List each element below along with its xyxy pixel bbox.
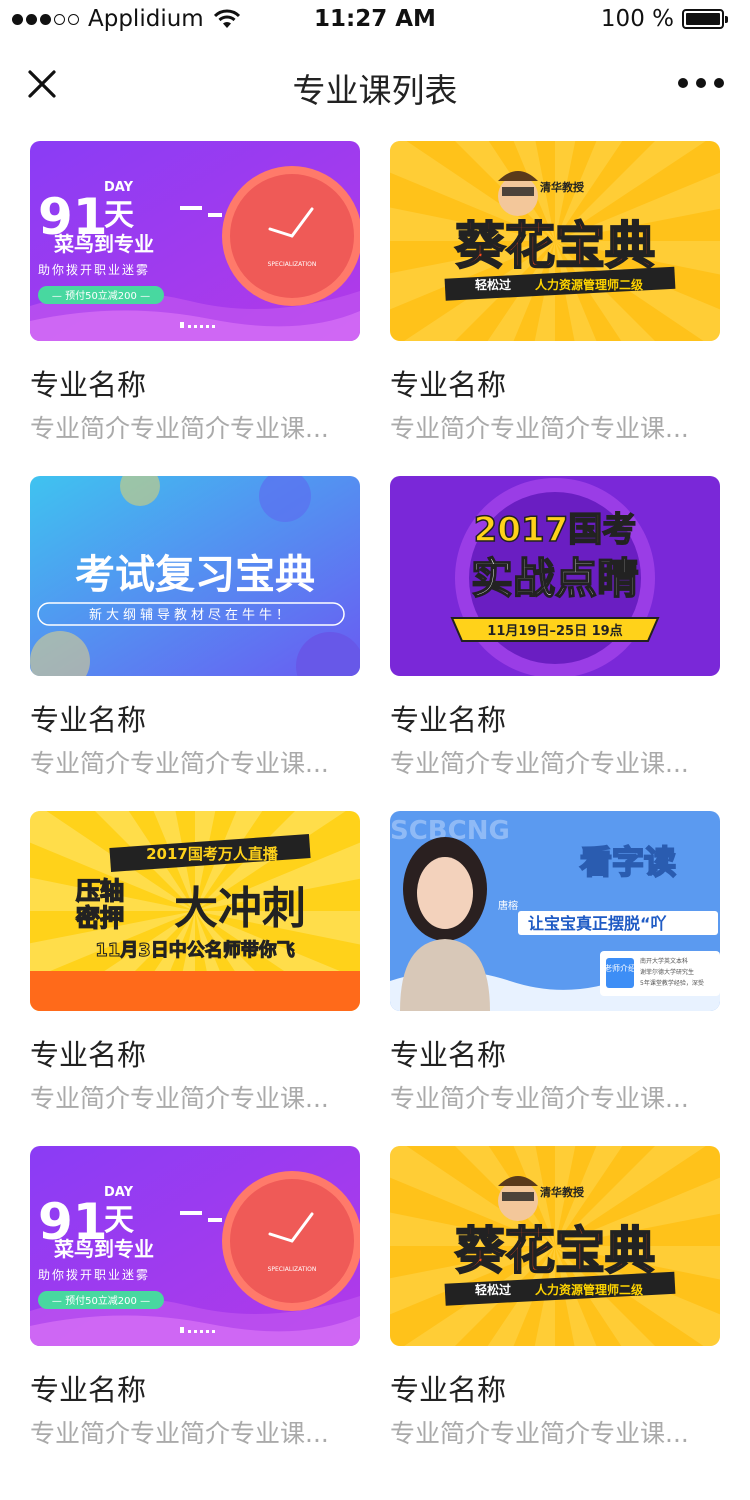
banner-bottom: 11月3日中公名师带你飞 <box>95 939 295 961</box>
course-name: 专业名称 <box>30 703 147 737</box>
banner-sub: 让宝宝真正摆脱“吖 <box>528 914 667 933</box>
banner-line2: 助你拨开职业迷雾 <box>38 263 150 277</box>
banner-line2: 实战点睛 <box>471 554 639 603</box>
course-grid: SPECIALIZATION 91 DAY 天菜鸟到专业 助你拨开职业迷雾 — 预付50立… <box>30 141 720 1481</box>
course-card[interactable]: SPECIALIZATION 91 DAY 天菜鸟到专业 助你拨开职业迷雾 — 预付50立… <box>30 141 360 476</box>
banner-main: 看字读 <box>580 843 676 881</box>
banner-badge: 老师介绍 <box>604 963 636 973</box>
clock-label: SPECIALIZATION <box>268 261 317 268</box>
banner-art: SPECIALIZATION91DAY天菜鸟到专业助你拨开职业迷雾— 预付50立… <box>30 141 360 341</box>
banner-line1: 2017国考 <box>474 510 637 550</box>
course-desc: 专业简介专业简介专业课... <box>390 414 689 443</box>
banner-tian: 天 <box>104 1203 134 1238</box>
course-banner[interactable]: 清华教授葵花宝典轻松过 人力资源管理师二级 <box>390 1146 720 1346</box>
course-name: 专业名称 <box>30 1038 147 1072</box>
banner-art: 考试复习宝典新大纲辅导教材尽在牛牛！ <box>30 476 360 676</box>
banner-art: 清华教授葵花宝典轻松过 人力资源管理师二级 <box>390 141 720 341</box>
banner-day: DAY <box>104 180 134 195</box>
banner-top: 清华教授 <box>540 1185 585 1199</box>
status-bar: Applidium 11:27 AM 100 % <box>0 0 750 42</box>
banner-main: 葵花宝典 <box>455 1222 655 1280</box>
course-card[interactable]: 2017国考万人直播压轴 密押 大冲刺 11月3日中公名师带你飞专业名称专业简介专业简… <box>30 811 360 1146</box>
banner-left1: 压轴 <box>76 877 124 905</box>
banner-art: SPECIALIZATION91DAY天菜鸟到专业助你拨开职业迷雾— 预付50立… <box>30 1146 360 1346</box>
course-banner[interactable]: SPECIALIZATION 91 DAY 天菜鸟到专业 助你拨开职业迷雾 — 预付50立… <box>30 1146 360 1346</box>
course-desc: 专业简介专业简介专业课... <box>30 414 329 443</box>
course-desc: 专业简介专业简介专业课... <box>390 1084 689 1113</box>
course-card[interactable]: SPECIALIZATION 91 DAY 天菜鸟到专业 助你拨开职业迷雾 — 预付50立… <box>30 1146 360 1481</box>
course-desc: 专业简介专业简介专业课... <box>30 749 329 778</box>
banner-line2: 助你拨开职业迷雾 <box>38 1268 150 1282</box>
course-card[interactable]: SCBCNG 唐榕 看字读 让宝宝真正摆脱“吖 老师介绍 南开大学英文本科 谢菲尔德大学研究… <box>390 811 720 1146</box>
banner-art: 2017国考万人直播压轴密押 大冲刺 11月3日中公名师带你飞 <box>30 811 360 1011</box>
banner-top: 2017国考万人直播 <box>146 845 279 863</box>
banner-sub: 新大纲辅导教材尽在牛牛！ <box>89 607 293 623</box>
course-name: 专业名称 <box>390 703 507 737</box>
course-banner[interactable]: SCBCNG 唐榕 看字读 让宝宝真正摆脱“吖 老师介绍 南开大学英文本科 谢菲尔德大学研究… <box>390 811 720 1011</box>
course-card[interactable]: 考试复习宝典新大纲辅导教材尽在牛牛！ 专业名称专业简介专业简介专业课... <box>30 476 360 811</box>
banner-line1: 菜鸟到专业 <box>53 1237 154 1261</box>
clock-label: SPECIALIZATION <box>268 1266 317 1273</box>
banner-art: 清华教授葵花宝典轻松过 人力资源管理师二级 <box>390 1146 720 1346</box>
banner-art: SCBCNG唐榕看字读让宝宝真正摆脱“吖老师介绍南开大学英文本科谢菲尔德大学研究… <box>390 811 720 1011</box>
course-desc: 专业简介专业简介专业课... <box>390 1419 689 1448</box>
banner-main: 葵花宝典 <box>455 217 655 275</box>
banner-art: 2017国考实战点睛 11月19日–25日 19点 <box>390 476 720 676</box>
course-desc: 专业简介专业简介专业课... <box>30 1084 329 1113</box>
status-right: 100 % <box>600 6 728 32</box>
banner-sub2: 人力资源管理师二级 <box>535 277 643 292</box>
page-title: 专业课列表 <box>292 71 458 110</box>
banner-pill: — 预付50立减200 — <box>52 1294 150 1307</box>
course-desc: 专业简介专业简介专业课... <box>390 749 689 778</box>
course-banner[interactable]: 清华教授葵花宝典轻松过 人力资源管理师二级 <box>390 141 720 341</box>
banner-info3: 5年课堂教学经验，深受 <box>640 979 704 987</box>
course-banner[interactable]: 2017国考万人直播压轴 密押 大冲刺 11月3日中公名师带你飞 <box>30 811 360 1011</box>
banner-pill: — 预付50立减200 — <box>52 289 150 302</box>
banner-big: 大冲刺 <box>174 883 306 934</box>
course-name: 专业名称 <box>30 368 147 402</box>
battery-percent: 100 % <box>600 6 674 32</box>
banner-sub1: 轻松过 <box>475 1282 511 1297</box>
banner-top: 清华教授 <box>540 180 585 194</box>
banner-day: DAY <box>104 1185 134 1200</box>
banner-tian: 天 <box>104 198 134 233</box>
course-name: 专业名称 <box>390 368 507 402</box>
course-name: 专业名称 <box>390 1373 507 1407</box>
course-banner[interactable]: 2017国考 实战点睛 11月19日–25日 19点 <box>390 476 720 676</box>
battery-level <box>686 13 720 25</box>
battery-icon <box>682 9 728 29</box>
course-banner[interactable]: 考试复习宝典新大纲辅导教材尽在牛牛！ <box>30 476 360 676</box>
more-icon[interactable] <box>678 74 724 92</box>
banner-info2: 谢菲尔德大学研究生 <box>640 968 694 976</box>
course-name: 专业名称 <box>390 1038 507 1072</box>
banner-sub1: 轻松过 <box>475 277 511 292</box>
banner-side: 唐榕 <box>498 899 518 912</box>
banner-ribbon: 11月19日–25日 19点 <box>487 623 622 639</box>
banner-sub2: 人力资源管理师二级 <box>535 1282 643 1297</box>
banner-left2: 密押 <box>76 904 124 932</box>
course-card[interactable]: 2017国考 实战点睛 11月19日–25日 19点专业名称专业简介专业简介专业课.… <box>390 476 720 811</box>
course-banner[interactable]: SPECIALIZATION 91 DAY 天菜鸟到专业 助你拨开职业迷雾 — 预付50立… <box>30 141 360 341</box>
course-desc: 专业简介专业简介专业课... <box>30 1419 329 1448</box>
course-name: 专业名称 <box>30 1373 147 1407</box>
course-card[interactable]: 清华教授葵花宝典轻松过 人力资源管理师二级专业名称专业简介专业简介专业课... <box>390 1146 720 1481</box>
banner-info1: 南开大学英文本科 <box>640 957 688 965</box>
nav-bar: 专业课列表 <box>0 42 750 130</box>
banner-main: 考试复习宝典 <box>75 552 315 598</box>
course-card[interactable]: 清华教授葵花宝典轻松过 人力资源管理师二级专业名称专业简介专业简介专业课... <box>390 141 720 476</box>
banner-line1: 菜鸟到专业 <box>53 232 154 256</box>
